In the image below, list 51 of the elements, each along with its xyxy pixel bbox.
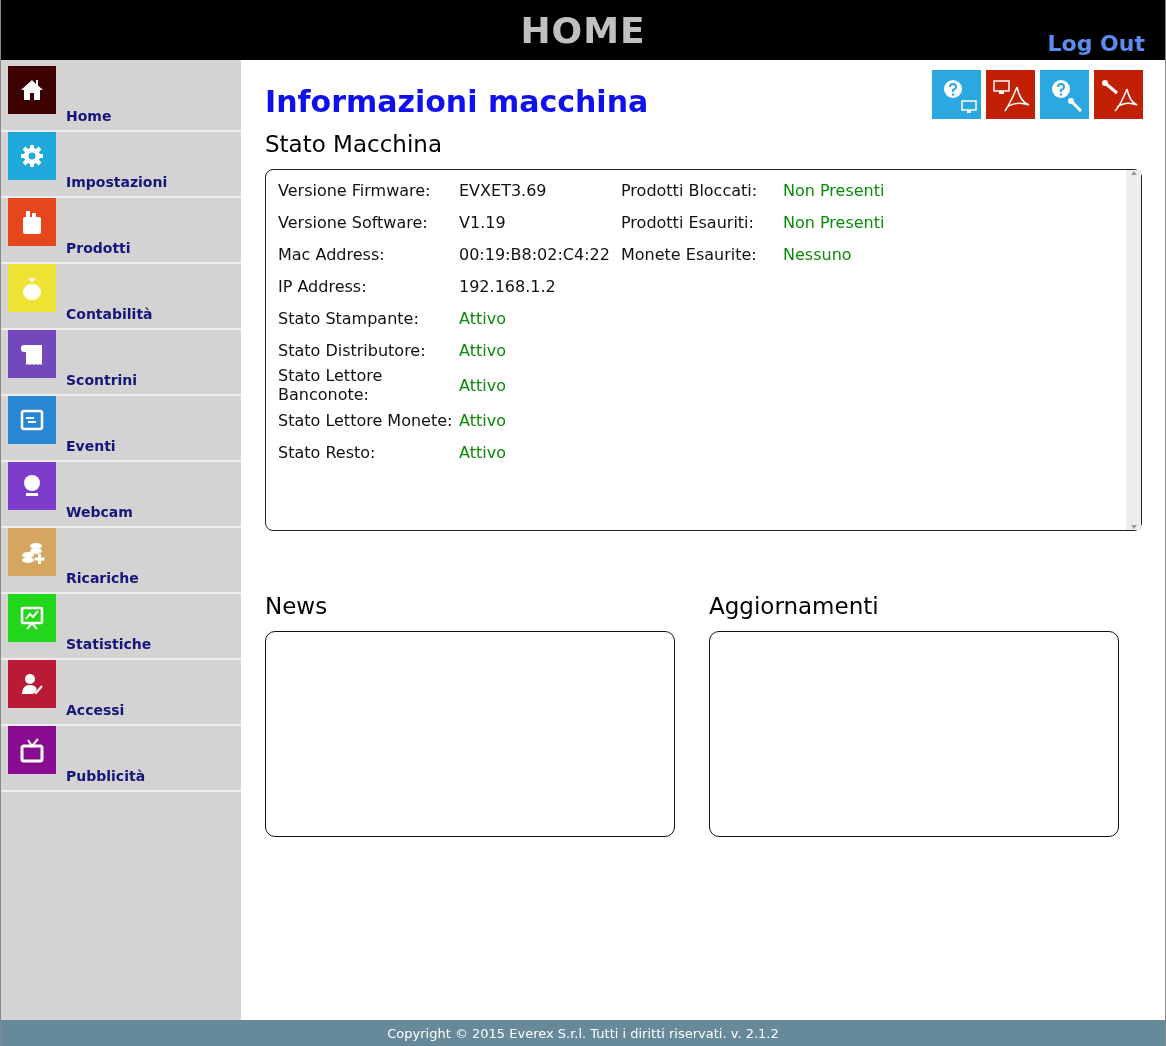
field-label: Versione Firmware: xyxy=(278,179,432,202)
logout-link[interactable]: Log Out xyxy=(1047,31,1145,56)
page-title: Informazioni macchina xyxy=(265,84,649,119)
field-value: EVXET3.69 xyxy=(459,179,548,202)
field-value: 192.168.1.2 xyxy=(459,275,557,298)
sidebar-item[interactable]: Accessi xyxy=(1,660,241,726)
gear-icon xyxy=(18,142,46,170)
header-title: HOME xyxy=(520,9,646,51)
field-label: Stato Resto: xyxy=(278,441,377,464)
field-label: IP Address: xyxy=(278,275,368,298)
field-value: Nessuno xyxy=(783,243,853,266)
field-label: Mac Address: xyxy=(278,243,386,266)
sidebar-item[interactable]: Pubblicità xyxy=(1,726,241,792)
scroll-down-arrow-icon[interactable] xyxy=(1129,524,1138,530)
field-label: Prodotti Esauriti: xyxy=(621,211,755,234)
section-title: News xyxy=(265,593,329,619)
field-value: Attivo xyxy=(459,339,507,362)
field-value: Non Presenti xyxy=(783,179,886,202)
help-monitor-button[interactable] xyxy=(932,70,981,119)
field-label: Versione Software: xyxy=(278,211,429,234)
sidebar-item[interactable]: Prodotti xyxy=(1,198,241,264)
field-label: Prodotti Bloccati: xyxy=(621,179,759,202)
sidebar-item[interactable]: Statistiche xyxy=(1,594,241,660)
scroll-up-arrow-icon[interactable] xyxy=(1129,170,1138,176)
sidebar-item[interactable]: Scontrini xyxy=(1,330,241,396)
sidebar-item[interactable]: Ricariche xyxy=(1,528,241,594)
field-value: Attivo xyxy=(459,374,507,397)
field-label: Stato Lettore Monete: xyxy=(278,409,454,432)
sidebar-item[interactable]: Webcam xyxy=(1,462,241,528)
section-title: Stato Macchina xyxy=(265,131,443,157)
sidebar-item[interactable]: Home xyxy=(1,66,241,132)
scrollbar[interactable] xyxy=(1126,170,1141,530)
help-wrench-button[interactable] xyxy=(1040,70,1089,119)
field-label: Stato Lettore Banconote: xyxy=(278,366,384,404)
section-title: Aggiornamenti xyxy=(709,593,880,619)
field-value: V1.19 xyxy=(459,211,507,234)
field-value: 00:19:B8:02:C4:22 xyxy=(459,243,611,266)
sidebar-item[interactable]: Eventi xyxy=(1,396,241,462)
field-label: Stato Stampante: xyxy=(278,307,420,330)
field-label: Stato Distributore: xyxy=(278,339,427,362)
field-value: Attivo xyxy=(459,441,507,464)
field-value: Attivo xyxy=(459,409,507,432)
sidebar-item[interactable]: Impostazioni xyxy=(1,132,241,198)
field-value: Non Presenti xyxy=(783,211,886,234)
tv-icon xyxy=(18,736,46,764)
copyright-text: Copyright © 2015 Everex S.r.l. Tutti i diritti riservati. v. 2.1.2 xyxy=(387,1025,779,1041)
monitor-pdf-button[interactable] xyxy=(986,70,1035,119)
field-label: Monete Esaurite: xyxy=(621,243,758,266)
presentation-icon xyxy=(18,604,46,632)
sidebar-item[interactable]: Contabilità xyxy=(1,264,241,330)
field-value: Attivo xyxy=(459,307,507,330)
